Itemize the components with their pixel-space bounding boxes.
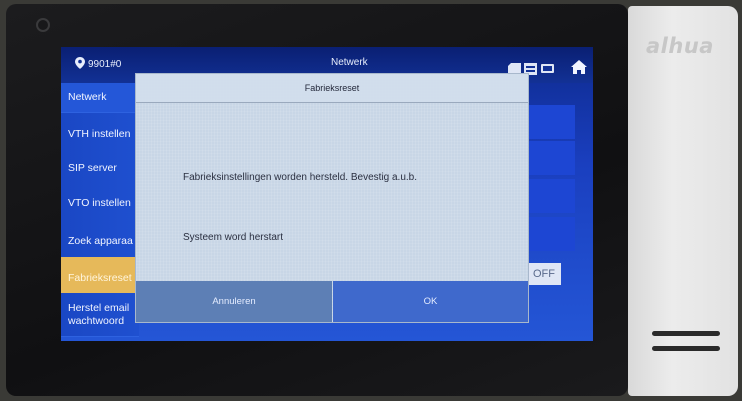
dialog-message: Fabrieksinstellingen worden hersteld. Be… bbox=[183, 172, 418, 183]
sidebar-item-label: VTH instellen bbox=[68, 128, 131, 140]
home-icon[interactable] bbox=[571, 59, 587, 75]
camera-icon bbox=[36, 18, 50, 32]
speaker-grille bbox=[652, 346, 720, 351]
brand-logo: alhua bbox=[646, 34, 714, 58]
dialog-title: Fabrieksreset bbox=[136, 74, 528, 103]
touch-screen: 9901#0 Netwerk Netwerk VTH instellen SIP… bbox=[61, 47, 593, 341]
cancel-button[interactable]: Annuleren bbox=[136, 281, 332, 322]
device-id: 9901#0 bbox=[88, 59, 122, 70]
off-toggle[interactable]: OFF bbox=[527, 263, 561, 285]
dialog-message-restart: Systeem word herstart bbox=[183, 232, 284, 243]
device-bezel: 9901#0 Netwerk Netwerk VTH instellen SIP… bbox=[6, 4, 628, 396]
sidebar-item-label: Zoek apparaa bbox=[68, 235, 133, 247]
sidebar-item-label: Netwerk bbox=[68, 91, 107, 103]
content-row bbox=[527, 105, 575, 139]
sidebar-item-label: Herstel email wachtwoord bbox=[68, 301, 130, 327]
network-icon[interactable] bbox=[541, 63, 554, 75]
content-row bbox=[527, 217, 575, 251]
sidebar-item-label: Fabrieksreset bbox=[68, 272, 132, 284]
speaker-grille bbox=[652, 331, 720, 336]
sidebar-item-label: VTO instellen bbox=[68, 197, 131, 209]
content-row bbox=[527, 141, 575, 175]
ok-button[interactable]: OK bbox=[333, 281, 528, 322]
factory-reset-dialog: Fabrieksreset Fabrieksinstellingen worde… bbox=[136, 74, 528, 322]
location-pin-icon bbox=[75, 57, 85, 69]
sidebar-item-netwerk[interactable]: Netwerk bbox=[61, 83, 139, 113]
sidebar-item-label: SIP server bbox=[68, 162, 117, 174]
content-row bbox=[527, 179, 575, 213]
page-title: Netwerk bbox=[331, 57, 368, 68]
sidebar-item-herstel-email[interactable]: Herstel email wachtwoord bbox=[61, 293, 139, 337]
device-side-panel: alhua bbox=[628, 6, 738, 396]
